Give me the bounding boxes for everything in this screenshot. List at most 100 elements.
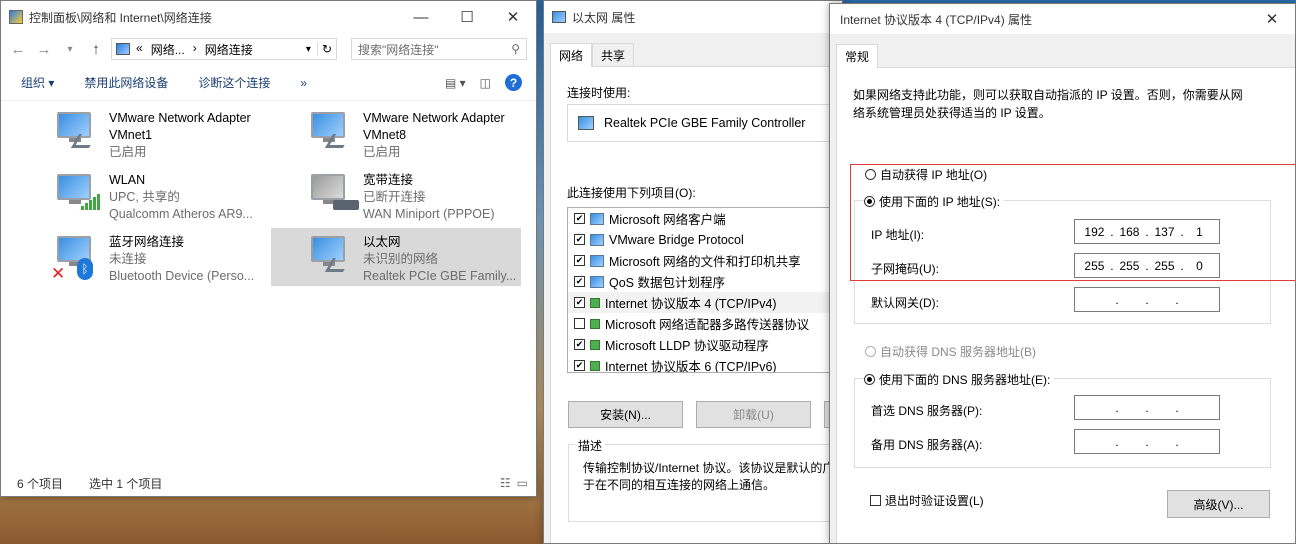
bluetooth-adapter-icon: ✕ ᛒ — [49, 228, 109, 286]
advanced-button[interactable]: 高级(V)... — [1167, 490, 1270, 518]
radio[interactable] — [865, 346, 876, 357]
adapter-device: Bluetooth Device (Perso... — [109, 269, 255, 283]
radio[interactable] — [864, 374, 875, 385]
service-icon — [590, 275, 604, 288]
close-button[interactable]: ✕ — [490, 1, 536, 33]
description-text: 传输控制协议/Internet 协议。该协议是默认的广 于在不同的相互连接的网络… — [583, 460, 834, 494]
ethernet-tabs: 网络 共享 — [550, 43, 635, 67]
organize-menu[interactable]: 组织 ▾ — [21, 74, 54, 91]
protocol-icon — [590, 339, 600, 350]
manual-dns-label: 使用下面的 DNS 服务器地址(E): — [879, 373, 1051, 387]
checkbox[interactable]: ✔ — [574, 276, 585, 287]
help-icon[interactable]: ? — [505, 74, 522, 91]
install-button[interactable]: 安装(N)... — [568, 401, 683, 428]
connect-using-label: 连接时使用: — [567, 86, 631, 100]
list-item[interactable]: ✔ VMware Bridge Protocol — [568, 229, 842, 250]
adapter-line2: VMnet8 — [363, 128, 407, 142]
breadcrumb-separator[interactable]: › — [193, 41, 197, 58]
list-item[interactable]: ✔ Internet 协议版本 6 (TCP/IPv6) — [568, 355, 842, 373]
checkbox[interactable]: ✔ — [574, 213, 585, 224]
back-arrow-icon[interactable]: ← — [7, 38, 29, 60]
service-icon — [590, 233, 604, 246]
search-placeholder[interactable]: 搜索"网络连接" — [358, 41, 511, 58]
ipv4-titlebar: Internet 协议版本 4 (TCP/IPv4) 属性 ✕ — [830, 4, 1295, 34]
service-icon — [590, 254, 604, 267]
search-box[interactable]: 搜索"网络连接" ⚲ — [351, 38, 527, 60]
explorer-title: 控制面板\网络和 Internet\网络连接 — [29, 10, 212, 25]
close-button[interactable]: ✕ — [1249, 4, 1295, 35]
address-dropdown-icon[interactable]: ▾ — [306, 44, 311, 55]
bluetooth-icon: ᛒ — [77, 258, 93, 280]
empty-ip-dots: . . . — [1115, 400, 1179, 415]
breadcrumb: « 网络... › 网络连接 — [136, 41, 300, 58]
tab-network[interactable]: 网络 — [550, 43, 593, 67]
maximize-button[interactable]: ☐ — [444, 1, 490, 33]
controller-name: Realtek PCIe GBE Family Controller — [604, 116, 806, 130]
item-label: Microsoft LLDP 协议驱动程序 — [605, 339, 769, 353]
checkbox[interactable] — [870, 495, 881, 506]
up-arrow-icon[interactable]: ↑ — [85, 38, 107, 60]
tab-general[interactable]: 常规 — [836, 44, 879, 68]
checkbox[interactable]: ✔ — [574, 339, 585, 350]
address-bar[interactable]: « 网络... › 网络连接 ▾ ↻ — [111, 38, 337, 60]
adapter-line2: 未连接 — [109, 252, 147, 266]
recent-dropdown-icon[interactable]: ▾ — [59, 38, 81, 60]
signal-bars-icon — [81, 194, 100, 210]
list-item[interactable]: ✔ Microsoft 网络的文件和打印机共享 — [568, 250, 842, 271]
ethernet-titlebar: 以太网 属性 — [544, 1, 842, 33]
checkbox[interactable] — [574, 318, 585, 329]
manual-dns-option[interactable]: 使用下面的 DNS 服务器地址(E): — [864, 371, 1055, 388]
preferred-dns-field[interactable]: . . . — [1074, 395, 1220, 420]
network-adapter-icon — [303, 104, 363, 162]
list-item[interactable]: ✔ Microsoft 网络客户端 — [568, 208, 842, 229]
list-item[interactable]: ✔ QoS 数据包计划程序 — [568, 271, 842, 292]
list-item[interactable]: Microsoft 网络适配器多路传送器协议 — [568, 313, 842, 334]
adapter-device: Qualcomm Atheros AR9... — [109, 207, 253, 221]
breadcrumb-network[interactable]: 网络... — [151, 41, 185, 58]
adapter-broadband[interactable]: 宽带连接 已断开连接 WAN Miniport (PPPOE) — [303, 166, 536, 224]
gateway-field[interactable]: . . . — [1074, 287, 1220, 312]
intro-line: 络系统管理员处获得适当的 IP 设置。 — [853, 106, 1051, 120]
adapter-vmnet8[interactable]: VMware Network Adapter VMnet8 已启用 — [303, 104, 536, 162]
dns-settings-group: 使用下面的 DNS 服务器地址(E): 首选 DNS 服务器(P): . . .… — [854, 371, 1271, 468]
checkbox[interactable]: ✔ — [574, 234, 585, 245]
adapter-bluetooth[interactable]: ✕ ᛒ 蓝牙网络连接 未连接 Bluetooth Device (Perso..… — [49, 228, 299, 286]
item-label: Internet 协议版本 4 (TCP/IPv4) — [605, 297, 777, 311]
more-commands-button[interactable]: » — [300, 76, 307, 90]
search-icon[interactable]: ⚲ — [511, 42, 520, 56]
auto-dns-option[interactable]: 自动获得 DNS 服务器地址(B) — [865, 343, 1036, 360]
validate-on-exit-option[interactable]: 退出时验证设置(L) — [870, 492, 984, 509]
preview-pane-icon[interactable]: ◫ — [480, 76, 491, 90]
list-item[interactable]: ✔ Internet 协议版本 4 (TCP/IPv4) — [568, 292, 842, 313]
checkbox[interactable]: ✔ — [574, 297, 585, 308]
change-view-icon[interactable]: ▤ ▾ — [445, 76, 466, 90]
breadcrumb-network-connections[interactable]: 网络连接 — [205, 41, 253, 58]
adapter-wlan[interactable]: WLAN UPC, 共享的 Qualcomm Atheros AR9... — [49, 166, 299, 224]
details-view-icon[interactable]: ☷ — [500, 476, 511, 490]
adapter-ethernet[interactable]: 以太网 未识别的网络 Realtek PCIe GBE Family... — [271, 228, 521, 286]
diagnose-button[interactable]: 诊断这个连接 — [198, 74, 270, 91]
intro-text: 如果网络支持此功能，则可以获取自动指派的 IP 设置。否则，你需要从网 络系统管… — [853, 86, 1243, 122]
description-line: 传输控制协议/Internet 协议。该协议是默认的广 — [583, 461, 835, 475]
large-icons-view-icon[interactable]: ▭ — [517, 476, 528, 490]
tab-sharing[interactable]: 共享 — [592, 43, 635, 67]
view-controls: ▤ ▾ ◫ ? — [445, 74, 536, 91]
controller-box: Realtek PCIe GBE Family Controller — [567, 104, 842, 142]
nic-icon — [578, 116, 594, 130]
list-item[interactable]: ✔ Microsoft LLDP 协议驱动程序 — [568, 334, 842, 355]
alternate-dns-field[interactable]: . . . — [1074, 429, 1220, 454]
uninstall-button[interactable]: 卸载(U) — [696, 401, 811, 428]
ethernet-title: 以太网 属性 — [572, 10, 636, 25]
adapter-vmnet1[interactable]: VMware Network Adapter VMnet1 已启用 — [49, 104, 299, 162]
auto-dns-label: 自动获得 DNS 服务器地址(B) — [880, 345, 1037, 359]
description-line: 于在不同的相互连接的网络上通信。 — [583, 478, 776, 492]
refresh-icon[interactable]: ↻ — [316, 42, 332, 56]
checkbox[interactable]: ✔ — [574, 360, 585, 371]
checkbox[interactable]: ✔ — [574, 255, 585, 266]
item-label: Internet 协议版本 6 (TCP/IPv6) — [605, 360, 777, 373]
disable-device-button[interactable]: 禁用此网络设备 — [84, 74, 168, 91]
forward-arrow-icon[interactable]: → — [33, 38, 55, 60]
item-label: Microsoft 网络适配器多路传送器协议 — [605, 318, 810, 332]
minimize-button[interactable]: — — [398, 1, 444, 33]
breadcrumb-root[interactable]: « — [136, 41, 143, 58]
